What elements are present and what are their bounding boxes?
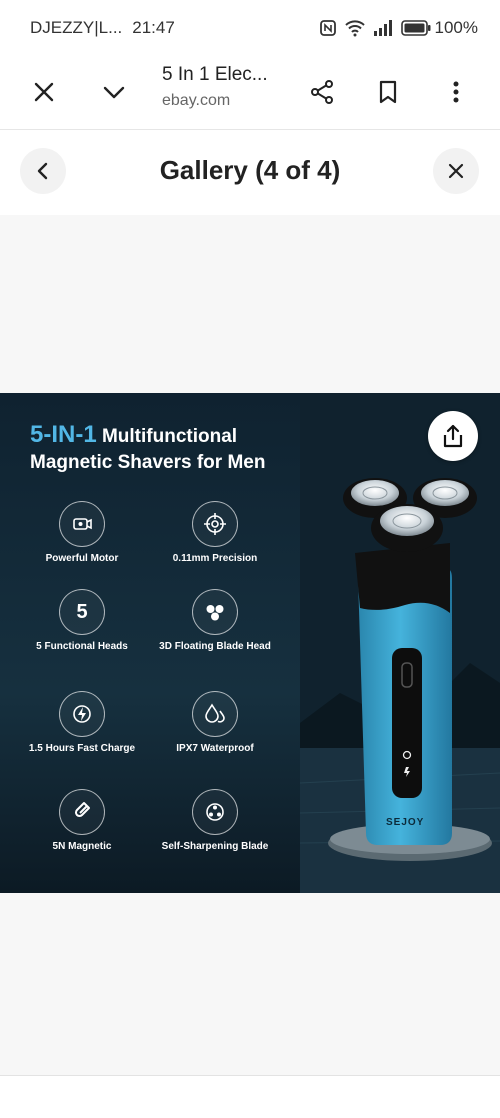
battery-icon [400,20,431,36]
feature-magnetic: 5N Magnetic [22,789,142,853]
feature-label: 5 Functional Heads [36,641,128,652]
gallery-header: Gallery (4 of 4) [0,131,500,215]
motor-icon [59,501,105,547]
product-image[interactable]: 5-IN-1 Multifunctional Magnetic Shavers … [0,393,500,893]
gallery-title: Gallery (4 of 4) [159,155,341,185]
feature-label: IPX7 Waterproof [176,743,254,754]
product-headline: 5-IN-1 Multifunctional Magnetic Shavers … [30,421,265,474]
blade-head-icon [192,589,238,635]
feature-floating-blade: 3D Floating Blade Head [155,589,275,653]
bookmark-icon [379,80,397,104]
gallery-close-button[interactable] [433,148,479,194]
upload-share-icon [443,424,463,448]
clock: 21:47 [132,18,175,37]
image-share-button[interactable] [428,411,478,461]
feature-fast-charge: 1.5 Hours Fast Charge [22,691,142,755]
feature-label: 5N Magnetic [52,841,112,852]
feature-label: 3D Floating Blade Head [159,641,271,652]
status-bar: DJEZZY|L... 21:47 100% [0,0,500,56]
more-vertical-icon [453,81,459,103]
signal-icon [373,20,392,36]
charge-icon [59,691,105,737]
close-icon [448,163,464,179]
waterproof-icon [192,691,238,737]
close-tab-button[interactable] [22,70,66,114]
feature-functional-heads: 5 5 Functional Heads [22,589,142,653]
precision-icon [192,501,238,547]
bookmark-button[interactable] [366,70,410,114]
headline-accent: 5-IN-1 [30,421,97,448]
collapse-button[interactable] [92,70,136,114]
feature-precision: 0.11mm Precision [155,501,275,565]
close-icon [34,82,54,102]
five-icon: 5 [59,589,105,635]
share-button[interactable] [300,70,344,114]
battery-percent: 100% [434,18,478,37]
wifi-icon [344,20,365,37]
headline-line2: Magnetic Shavers for Men [30,452,266,473]
feature-self-sharpening: Self-Sharpening Blade [155,789,275,853]
feature-label: Self-Sharpening Blade [161,841,269,852]
more-options-button[interactable] [434,70,478,114]
brand-label: SEJOY [386,817,425,828]
browser-toolbar: 5 In 1 Elec... ebay.com [0,56,500,130]
gallery-viewer[interactable]: 5-IN-1 Multifunctional Magnetic Shavers … [0,215,500,1075]
bottom-divider [0,1075,500,1076]
feature-label: 0.11mm Precision [172,553,258,564]
page-title-block[interactable]: 5 In 1 Elec... ebay.com [162,64,292,110]
carrier-label: DJEZZY|L... [30,18,123,37]
magnet-icon [59,789,105,835]
page-title: 5 In 1 Elec... [162,64,268,85]
page-domain: ebay.com [162,92,231,109]
feature-powerful-motor: Powerful Motor [22,501,142,565]
nfc-icon [319,20,336,36]
chevron-down-icon [103,86,125,99]
feature-label: Powerful Motor [45,553,119,564]
headline-rest: Multifunctional [101,426,238,447]
sharpening-icon [192,789,238,835]
share-icon [311,80,333,104]
feature-label: 1.5 Hours Fast Charge [28,743,136,754]
feature-waterproof: IPX7 Waterproof [155,691,275,755]
